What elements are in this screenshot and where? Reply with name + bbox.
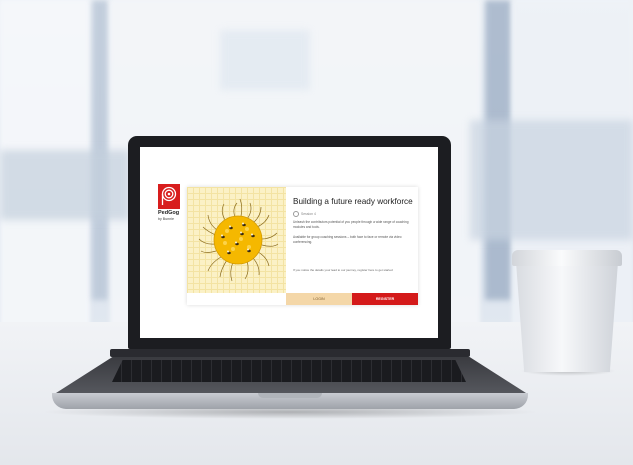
card-meta-text: Session 4 <box>301 211 316 216</box>
photo-scene: PedGog by Bunnie Building a future ready… <box>0 0 633 465</box>
background-furniture <box>470 120 633 240</box>
brand-subtitle: by Bunnie <box>158 217 174 221</box>
card-content: Building a future ready workforce Sessio… <box>293 187 415 293</box>
pedgog-logo[interactable] <box>158 184 180 209</box>
coffee-cup <box>516 262 618 372</box>
card-meta: Session 4 <box>293 211 316 217</box>
login-card: Building a future ready workforce Sessio… <box>187 187 418 305</box>
card-title: Building a future ready workforce <box>293 197 413 206</box>
laptop-screen: PedGog by Bunnie Building a future ready… <box>140 147 438 338</box>
coffee-cup-lid <box>512 250 622 266</box>
laptop-hinge <box>110 349 470 357</box>
card-description-2: Available for group coaching sessions – … <box>293 235 402 244</box>
card-note: If you notice the details your lead to o… <box>293 268 393 272</box>
register-button[interactable]: REGISTER <box>352 293 418 305</box>
sun-with-bees-icon <box>198 198 279 282</box>
card-description-1: Unleash the contributors potential of yo… <box>293 220 409 229</box>
background-light <box>220 30 310 90</box>
brand-name: PedGog <box>158 210 180 216</box>
laptop-keyboard <box>112 360 466 382</box>
login-button[interactable]: LOGIN <box>286 293 352 305</box>
sun-illustration <box>187 187 286 293</box>
background-furniture <box>0 150 130 220</box>
laptop-notch <box>258 393 322 398</box>
logo-mark-icon <box>161 186 177 205</box>
clock-icon <box>293 211 299 217</box>
